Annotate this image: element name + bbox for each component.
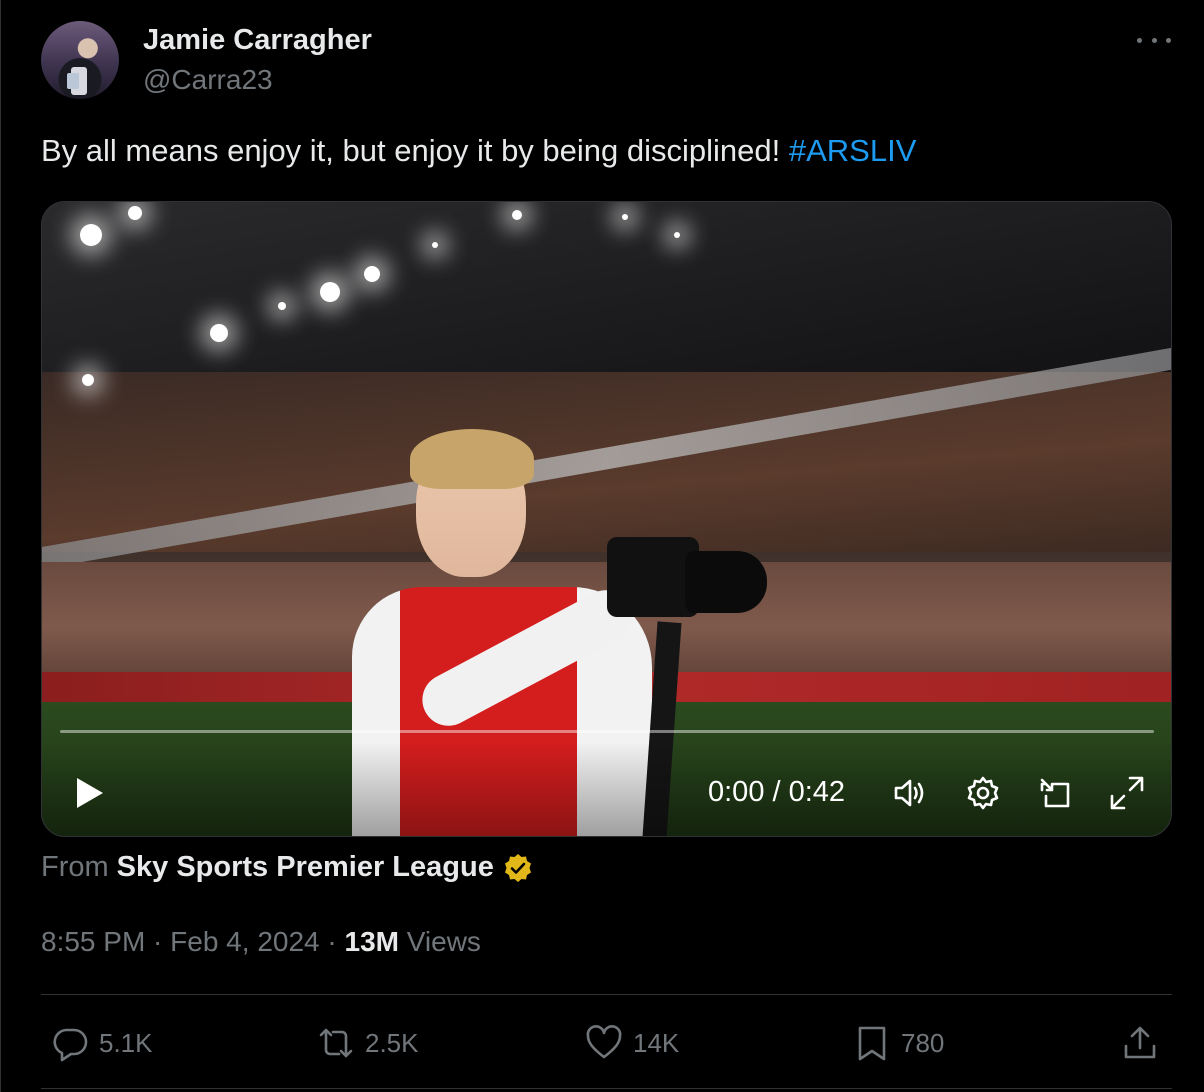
source-name-link[interactable]: Sky Sports Premier League: [117, 851, 494, 884]
reply-button[interactable]: 5.1K: [51, 1022, 153, 1064]
source-prefix: From: [41, 851, 109, 883]
video-source: From Sky Sports Premier League: [41, 851, 534, 884]
volume-icon[interactable]: [892, 774, 930, 812]
bookmark-count: 780: [901, 1027, 945, 1058]
repost-count: 2.5K: [365, 1027, 419, 1058]
tweet-body: By all means enjoy it, but enjoy it by b…: [41, 133, 789, 168]
divider: [41, 994, 1172, 995]
more-options-icon[interactable]: [1137, 28, 1171, 52]
tweet-card: Jamie Carragher @Carra23 By all means en…: [0, 0, 1204, 1092]
views-label: Views: [398, 926, 481, 957]
video-progress-bar[interactable]: [60, 730, 1154, 733]
like-button[interactable]: 14K: [585, 1022, 679, 1064]
settings-gear-icon[interactable]: [964, 774, 1002, 812]
like-count: 14K: [633, 1027, 680, 1058]
reply-icon: [53, 1028, 88, 1062]
avatar[interactable]: [41, 21, 119, 99]
share-button[interactable]: [1121, 1022, 1169, 1064]
share-icon: [1124, 1026, 1156, 1059]
camera-figure: [607, 527, 767, 622]
hashtag-link[interactable]: #ARSLIV: [789, 133, 917, 168]
video-time: 0:00 / 0:42: [708, 776, 846, 808]
divider: [41, 1088, 1172, 1089]
tweet-meta: 8:55 PM · Feb 4, 2024 · 13M Views: [41, 926, 481, 958]
views-count: 13M: [344, 926, 399, 957]
reply-count: 5.1K: [99, 1027, 153, 1058]
bookmark-button[interactable]: 780: [853, 1022, 944, 1064]
repost-icon: [319, 1028, 353, 1058]
author-handle[interactable]: @Carra23: [143, 64, 273, 96]
author-display-name[interactable]: Jamie Carragher: [143, 24, 372, 57]
heart-icon: [586, 1025, 622, 1059]
fullscreen-icon[interactable]: [1108, 774, 1146, 812]
timestamp[interactable]: 8:55 PM · Feb 4, 2024 ·: [41, 926, 345, 957]
picture-in-picture-icon[interactable]: [1036, 774, 1074, 812]
play-icon[interactable]: [70, 774, 108, 812]
verified-badge-icon: [504, 853, 531, 882]
tweet-text: By all means enjoy it, but enjoy it by b…: [41, 133, 916, 169]
video-player[interactable]: 0:00 / 0:42: [41, 201, 1172, 837]
repost-button[interactable]: 2.5K: [317, 1022, 419, 1064]
bookmark-icon: [858, 1026, 886, 1061]
